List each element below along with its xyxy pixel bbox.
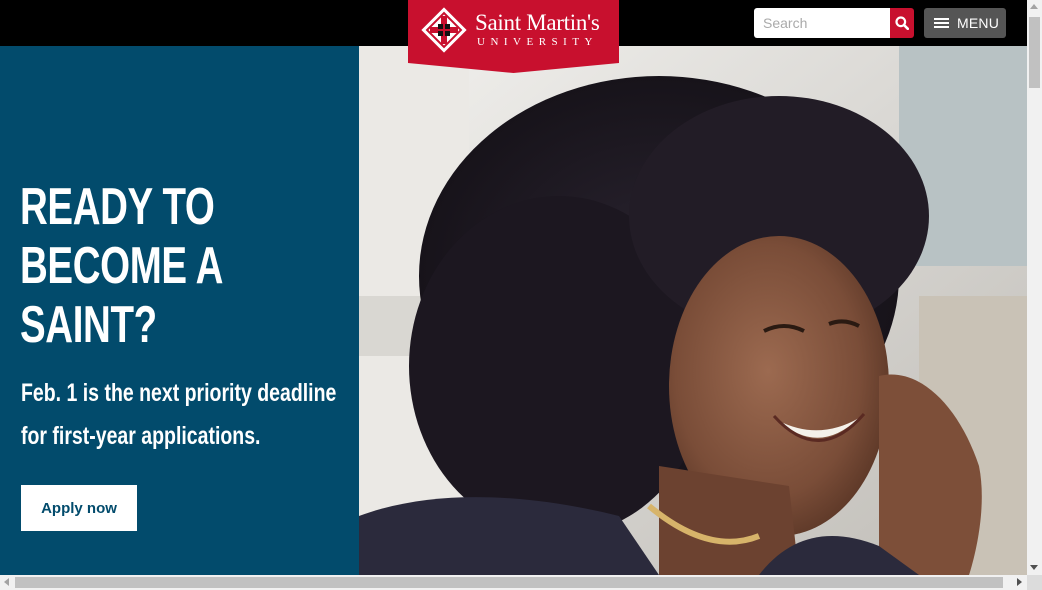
- menu-button[interactable]: MENU: [924, 8, 1006, 38]
- scroll-down-arrow-icon[interactable]: [1030, 565, 1038, 570]
- student-smiling-photo: [359, 46, 1027, 575]
- logo-subtitle: UNIVERSITY: [477, 36, 598, 48]
- scroll-up-arrow-icon[interactable]: [1030, 4, 1038, 9]
- menu-label: MENU: [957, 15, 1000, 31]
- headline-line: SAINT?: [20, 296, 157, 354]
- scroll-left-arrow-icon[interactable]: [4, 578, 9, 586]
- search-icon: [895, 16, 909, 30]
- scrollbar-corner: [1027, 575, 1042, 590]
- headline-line: READY TO: [20, 178, 215, 236]
- subhead-line: for first-year applications.: [21, 422, 261, 450]
- vertical-scrollbar[interactable]: [1027, 0, 1042, 575]
- university-seal-icon: [421, 7, 467, 53]
- logo-name: Saint Martin's: [475, 10, 600, 35]
- scroll-right-arrow-icon[interactable]: [1017, 578, 1022, 586]
- vertical-scroll-thumb[interactable]: [1029, 17, 1040, 88]
- horizontal-scrollbar[interactable]: [0, 575, 1027, 590]
- headline-line: BECOME A: [20, 237, 223, 295]
- hero-headline: READY TO BECOME A SAINT?: [20, 178, 257, 355]
- university-logo[interactable]: Saint Martin's UNIVERSITY: [408, 0, 619, 73]
- search-button[interactable]: [890, 8, 914, 38]
- search-input[interactable]: [754, 8, 890, 38]
- horizontal-scroll-thumb[interactable]: [15, 577, 1003, 588]
- hamburger-icon: [934, 18, 949, 28]
- apply-now-button[interactable]: Apply now: [21, 485, 137, 531]
- subhead-line: Feb. 1 is the next priority deadline: [21, 379, 337, 407]
- hero-subhead: Feb. 1 is the next priority deadline for…: [21, 372, 336, 458]
